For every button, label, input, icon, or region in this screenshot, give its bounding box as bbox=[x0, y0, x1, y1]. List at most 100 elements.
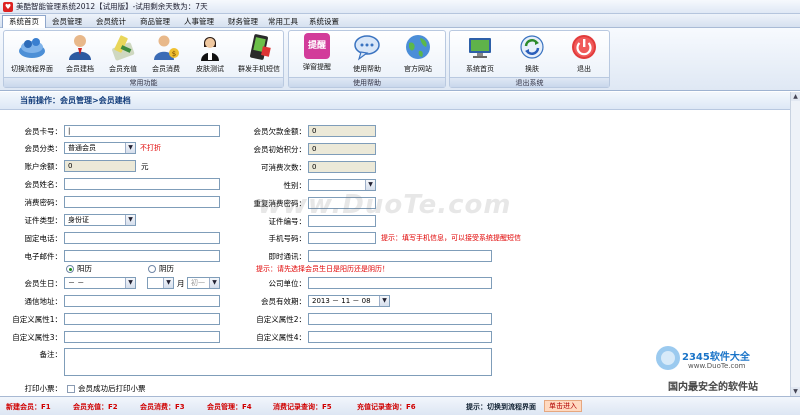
id-type-select[interactable]: 身份证 ▼ bbox=[64, 214, 136, 226]
shortcut-recharge-records: 充值记录查询：F6 bbox=[357, 403, 416, 411]
power-icon bbox=[570, 33, 598, 61]
member-no-input[interactable]: | bbox=[64, 125, 220, 137]
chevron-down-icon: ▼ bbox=[125, 215, 135, 225]
phone-label: 固定电话： bbox=[24, 234, 63, 243]
chevron-down-icon: ▼ bbox=[125, 143, 135, 153]
lunar-label: 阴历 bbox=[159, 264, 174, 273]
balance-input[interactable]: 0 bbox=[64, 160, 136, 172]
consume-password-input[interactable] bbox=[64, 196, 220, 208]
custom-2-input[interactable] bbox=[308, 313, 492, 325]
print-receipt-checkbox[interactable] bbox=[67, 385, 75, 393]
breadcrumb: 当前操作：会员管理>会员建档 bbox=[0, 92, 790, 110]
change-skin-button[interactable]: 换肤 bbox=[510, 33, 554, 74]
solar-radio[interactable] bbox=[66, 265, 74, 273]
menu-member-manage[interactable]: 会员管理 bbox=[45, 14, 89, 28]
chevron-down-icon: ▼ bbox=[209, 278, 219, 288]
expiry-label: 会员有效期： bbox=[261, 297, 306, 306]
name-input[interactable] bbox=[64, 178, 220, 190]
custom-4-input[interactable] bbox=[308, 331, 492, 343]
remark-textarea[interactable] bbox=[64, 348, 492, 376]
group-label-common: 常用功能 bbox=[4, 77, 283, 87]
balance-label: 账户余额： bbox=[24, 162, 63, 171]
consume-password-label: 消费密码： bbox=[24, 198, 63, 207]
menu-system-home[interactable]: 系统首页 bbox=[2, 15, 46, 29]
phone-input[interactable] bbox=[64, 232, 220, 244]
exit-button[interactable]: 退出 bbox=[562, 33, 606, 74]
shortcut-recharge: 会员充值：F2 bbox=[73, 403, 118, 411]
ribbon-group-common: 切换流程界面 会员建档 会员充值 $ 会员消费 皮肤测试 群发手机短信 常用功能 bbox=[3, 30, 284, 88]
switch-flow-button[interactable]: 切换流程界面 bbox=[6, 33, 58, 74]
email-input[interactable] bbox=[64, 250, 220, 262]
lunar-radio[interactable] bbox=[148, 265, 156, 273]
send-sms-button[interactable]: 群发手机短信 bbox=[234, 33, 284, 74]
print-label: 打印小票： bbox=[24, 384, 63, 393]
menu-finance-manage[interactable]: 财务管理 bbox=[221, 14, 265, 28]
status-hint: 提示：切换到流程界面 bbox=[466, 403, 536, 411]
refresh-icon bbox=[518, 33, 546, 61]
member-create-button[interactable]: 会员建档 bbox=[60, 33, 100, 74]
lunar-month-select[interactable]: ▼ bbox=[147, 277, 174, 289]
address-input[interactable] bbox=[64, 295, 220, 307]
system-home-button[interactable]: 系统首页 bbox=[456, 33, 504, 74]
menu-member-stats[interactable]: 会员统计 bbox=[89, 14, 133, 28]
branding-logo-text: 2345软件大全 bbox=[682, 352, 750, 363]
app-icon: ♥ bbox=[3, 2, 13, 12]
mobile-label: 手机号码： bbox=[268, 234, 307, 243]
member-user-icon bbox=[66, 33, 94, 61]
debt-input[interactable]: 0 bbox=[308, 125, 376, 137]
official-site-button[interactable]: 官方网站 bbox=[395, 33, 441, 74]
id-type-label: 证件类型： bbox=[24, 216, 63, 225]
monitor-home-icon bbox=[466, 33, 494, 61]
branding-logo: 2345软件大全 www.DuoTe.com 国内最安全的软件站 bbox=[650, 342, 800, 396]
expiry-date-picker[interactable]: 2013 － 11 － 08 ▼ bbox=[308, 295, 390, 307]
custom-1-input[interactable] bbox=[64, 313, 220, 325]
ribbon-group-help: 提醒 弹窗提醒 使用帮助 官方网站 使用帮助 bbox=[288, 30, 446, 88]
init-points-input[interactable]: 0 bbox=[308, 143, 376, 155]
menu-system-settings[interactable]: 系统设置 bbox=[302, 14, 346, 28]
im-label: 即时通讯： bbox=[268, 252, 307, 261]
print-receipt-option: 会员成功后打印小票 bbox=[78, 384, 146, 393]
company-label: 公司单位： bbox=[268, 279, 307, 288]
lunar-day-select[interactable]: 初一 ▼ bbox=[187, 277, 220, 289]
click-enter-button[interactable]: 单击进入 bbox=[544, 400, 582, 412]
menu-tools[interactable]: 常用工具 bbox=[261, 14, 305, 28]
balance-unit: 元 bbox=[141, 162, 149, 171]
ribbon-group-exit: 系统首页 换肤 退出 退出系统 bbox=[449, 30, 610, 88]
watermark: www.DuoTe.com bbox=[258, 190, 512, 220]
custom-1-label: 自定义属性1： bbox=[12, 315, 62, 324]
member-no-label: 会员卡号： bbox=[24, 127, 63, 136]
member-type-label: 会员分类： bbox=[24, 144, 63, 153]
help-button[interactable]: 使用帮助 bbox=[345, 33, 389, 74]
popup-reminder-icon: 提醒 bbox=[304, 33, 330, 59]
branding-slogan: 国内最安全的软件站 bbox=[668, 382, 758, 393]
flow-switch-icon bbox=[18, 33, 46, 61]
custom-3-input[interactable] bbox=[64, 331, 220, 343]
mobile-phone-icon bbox=[245, 33, 273, 61]
group-label-exit: 退出系统 bbox=[450, 77, 609, 87]
menu-product-manage[interactable]: 商品管理 bbox=[133, 14, 177, 28]
im-input[interactable] bbox=[308, 250, 492, 262]
company-input[interactable] bbox=[308, 277, 492, 289]
custom-2-label: 自定义属性2： bbox=[256, 315, 306, 324]
scroll-up-icon[interactable]: ▲ bbox=[791, 92, 800, 101]
calendar-dropdown-icon: ▼ bbox=[379, 296, 389, 306]
birthday-select[interactable]: － － ▼ bbox=[64, 277, 136, 289]
mobile-input[interactable] bbox=[308, 232, 376, 244]
title-bar: ♥ 美酷智能管理系统2012【试用版】-试用剩余天数为：7天 bbox=[0, 0, 800, 14]
birthday-label: 会员生日： bbox=[24, 279, 63, 288]
member-recharge-button[interactable]: 会员充值 bbox=[103, 33, 143, 74]
popup-reminder-button[interactable]: 提醒 弹窗提醒 bbox=[295, 33, 339, 72]
chevron-down-icon: ▼ bbox=[365, 180, 375, 190]
custom-4-label: 自定义属性4： bbox=[256, 333, 306, 342]
shortcut-manage: 会员管理：F4 bbox=[207, 403, 252, 411]
discount-note: 不打折 bbox=[140, 144, 161, 152]
member-type-select[interactable]: 普通会员 ▼ bbox=[64, 142, 136, 154]
consume-user-icon: $ bbox=[152, 33, 180, 61]
custom-3-label: 自定义属性3： bbox=[12, 333, 62, 342]
member-consume-button[interactable]: $ 会员消费 bbox=[146, 33, 186, 74]
ribbon-toolbar: 切换流程界面 会员建档 会员充值 $ 会员消费 皮肤测试 群发手机短信 常用功能… bbox=[0, 28, 800, 91]
status-bar: 新建会员：F1 会员充值：F2 会员消费：F3 会员管理：F4 消费记录查询：F… bbox=[0, 396, 800, 415]
times-input[interactable]: 0 bbox=[308, 161, 376, 173]
menu-hr-manage[interactable]: 人事管理 bbox=[177, 14, 221, 28]
skin-test-button[interactable]: 皮肤测试 bbox=[190, 33, 230, 74]
